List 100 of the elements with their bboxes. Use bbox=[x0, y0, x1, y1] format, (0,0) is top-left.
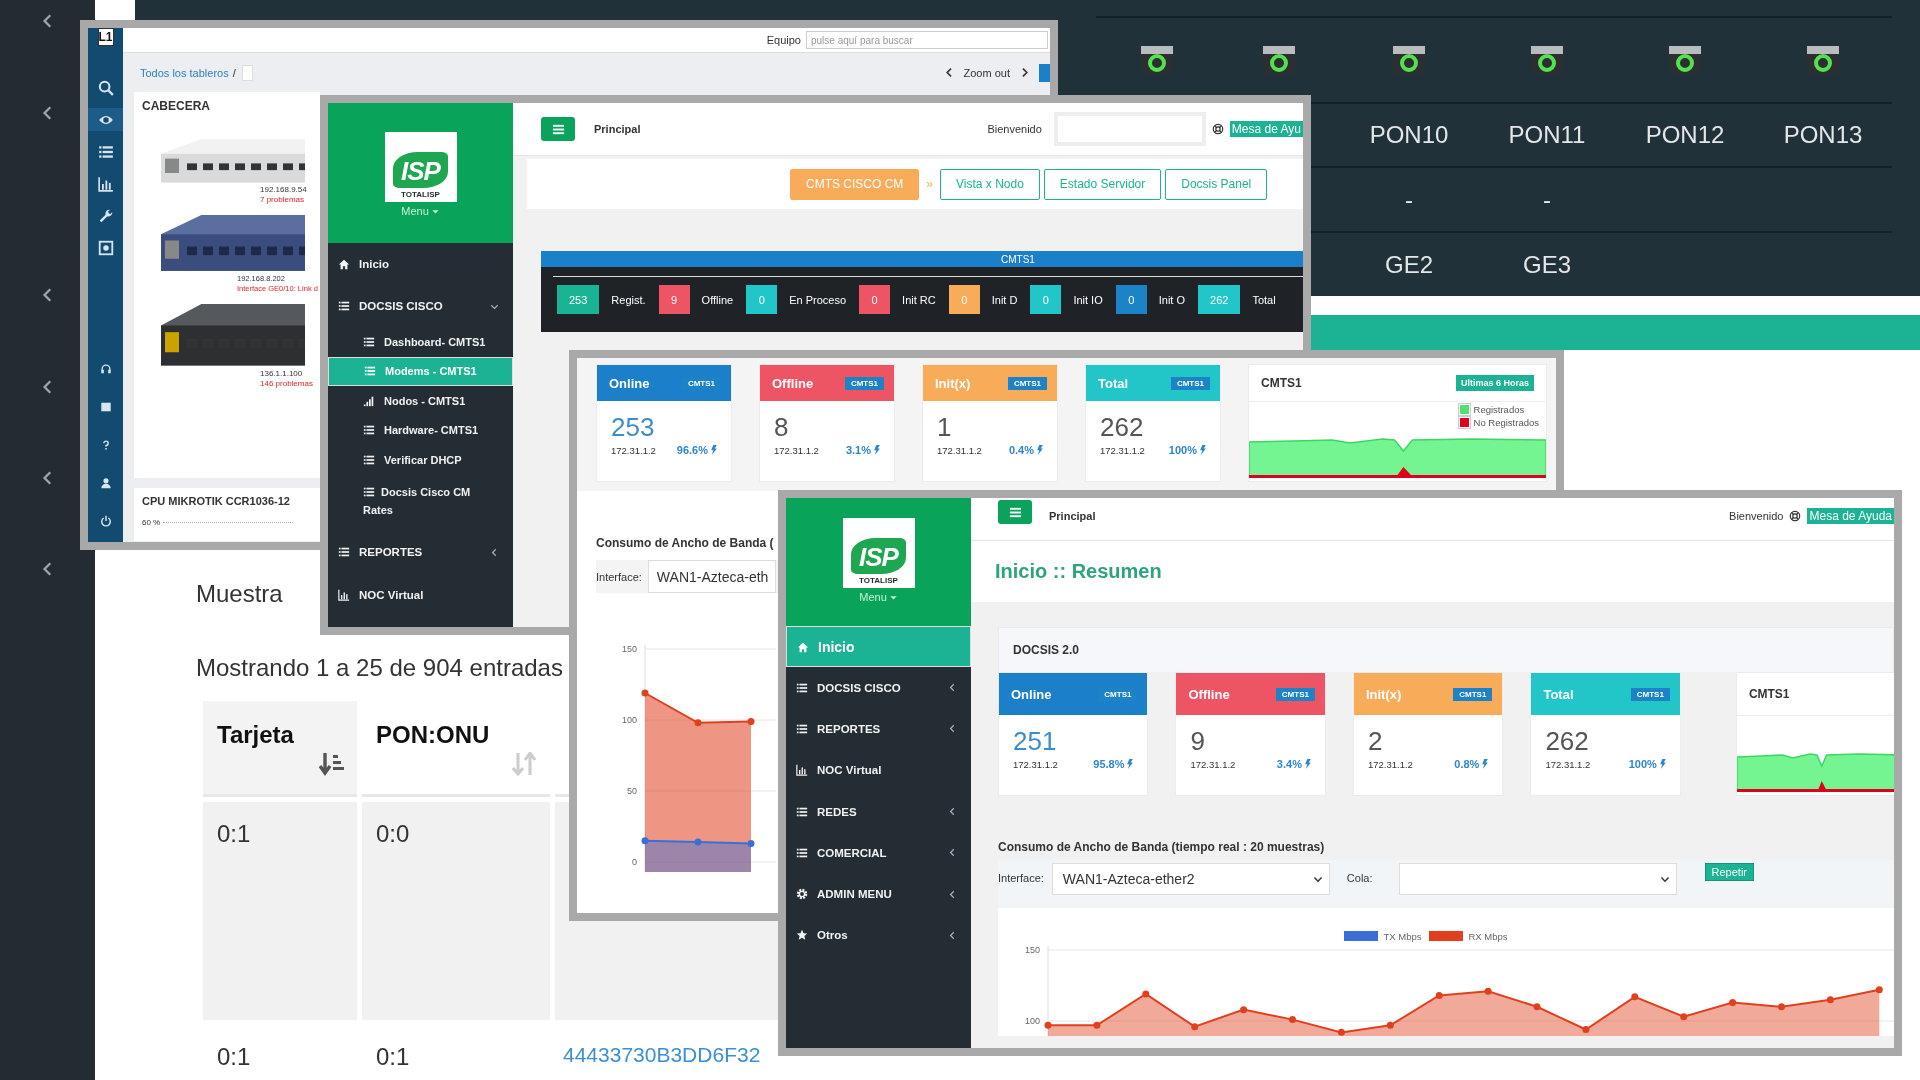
data-point bbox=[1044, 1021, 1052, 1029]
port-status-icon bbox=[1262, 45, 1296, 75]
menu-button[interactable] bbox=[541, 117, 575, 141]
sidebar-item[interactable]: Verificar DHCP bbox=[328, 445, 513, 475]
sidebar-item[interactable]: Docsis Cisco CM Rates bbox=[328, 474, 513, 522]
sidebar-item[interactable]: DOCSIS CISCO bbox=[786, 667, 971, 709]
stat-value: 8 bbox=[774, 414, 790, 440]
data-point bbox=[641, 689, 649, 697]
column-header[interactable]: Tarjeta bbox=[203, 701, 357, 797]
tag-badge: CMTS1 bbox=[844, 376, 884, 390]
stat-value: 262 bbox=[1545, 728, 1590, 754]
separator-mark: » bbox=[926, 177, 934, 191]
status-label: Offline bbox=[701, 293, 734, 306]
count-badge: 262 bbox=[1198, 285, 1241, 314]
bolt-icon bbox=[1125, 759, 1136, 769]
bar-chart-icon bbox=[338, 589, 350, 601]
sidebar-item[interactable]: ADMIN MENU bbox=[786, 873, 971, 915]
zoom-out-button[interactable]: Zoom out bbox=[963, 66, 1010, 79]
percent-value: 95.8% bbox=[1093, 758, 1125, 770]
sidebar-item[interactable]: Otros bbox=[786, 914, 971, 957]
sidebar-item[interactable]: REPORTES bbox=[786, 708, 971, 750]
port-label: PON10 bbox=[1369, 121, 1449, 149]
field-label: Interface: bbox=[596, 570, 642, 583]
data-point bbox=[1484, 987, 1492, 995]
count-badge: 0 bbox=[948, 285, 980, 314]
bolt-icon bbox=[1480, 759, 1491, 769]
sidebar-item[interactable]: NOC Virtual bbox=[786, 749, 971, 791]
device-address: 192.168.9.54 bbox=[260, 185, 308, 195]
bolt-icon bbox=[709, 445, 719, 455]
card-title: Offline bbox=[1188, 686, 1230, 702]
page-label: Principal bbox=[1049, 510, 1096, 522]
breadcrumb-link[interactable]: Todos los tableros bbox=[140, 66, 229, 79]
card-title: Total bbox=[1098, 375, 1129, 391]
card-title: Init(x) bbox=[935, 375, 971, 391]
bolt-icon bbox=[1198, 445, 1208, 455]
port-status-icon bbox=[1806, 45, 1840, 75]
stat-value: 9 bbox=[1190, 728, 1206, 754]
ip-address: 172.31.1.2 bbox=[1190, 758, 1236, 770]
interface-select[interactable]: WAN1-Azteca-ether2 bbox=[1051, 863, 1330, 895]
menu-button[interactable] bbox=[998, 500, 1032, 524]
sidebar-item[interactable]: Dashboard- CMTS1 bbox=[328, 327, 513, 357]
field-label: Equipo bbox=[766, 34, 801, 46]
data-point bbox=[1582, 1026, 1590, 1033]
sidebar-item[interactable]: Hardware- CMTS1 bbox=[328, 415, 513, 445]
tag-badge: CMTS1 bbox=[1453, 687, 1493, 701]
search-field[interactable]: pulse aquí para buscar bbox=[806, 31, 1048, 49]
interface-select[interactable]: WAN1-Azteca-eth bbox=[647, 560, 776, 593]
port-status-icon bbox=[1668, 45, 1702, 75]
data-point bbox=[1289, 1016, 1296, 1024]
tag-badge: CMTS1 bbox=[1630, 687, 1670, 701]
sidebar-item[interactable]: Inicio bbox=[328, 243, 513, 285]
list-icon bbox=[363, 335, 375, 348]
nav-button[interactable] bbox=[88, 108, 123, 131]
status-label: Init IO bbox=[1073, 293, 1103, 306]
sort-descending-icon bbox=[319, 752, 345, 776]
data-point bbox=[1337, 1028, 1345, 1036]
sidebar-item[interactable]: REDES bbox=[786, 790, 971, 833]
list-icon bbox=[363, 424, 375, 437]
list-icon bbox=[363, 453, 375, 466]
list-icon bbox=[363, 485, 375, 498]
breadcrumb-field[interactable] bbox=[241, 64, 253, 81]
table-cell: 0:0 bbox=[362, 802, 550, 1020]
card-title: Online bbox=[1011, 686, 1052, 702]
ip-address: 172.31.1.2 bbox=[937, 444, 982, 456]
table-cell-text: 0:1 bbox=[216, 1042, 252, 1072]
legend-label: RX Mbps bbox=[1468, 930, 1508, 942]
ip-address: 172.31.1.2 bbox=[1545, 758, 1591, 770]
square-icon bbox=[99, 400, 112, 413]
bolt-icon bbox=[1302, 759, 1313, 769]
field-label: Interface: bbox=[998, 872, 1044, 884]
page-title: Inicio :: Resumen bbox=[995, 560, 1162, 583]
percent-value: 100% bbox=[1628, 758, 1657, 770]
data-point bbox=[641, 837, 649, 845]
status-label: Init D bbox=[991, 293, 1018, 306]
count-badge: 0 bbox=[1115, 285, 1147, 314]
list-icon bbox=[97, 143, 114, 160]
percent-value: 100% bbox=[1168, 444, 1197, 456]
port-status-icon bbox=[1140, 45, 1174, 75]
percent-value: 0.4% bbox=[1008, 444, 1034, 456]
sidebar-item[interactable]: Nodos - CMTS1 bbox=[328, 386, 513, 416]
tag-badge: CMTS1 bbox=[1275, 687, 1315, 701]
axis-tick-label: 150 bbox=[1024, 945, 1040, 955]
sidebar-item[interactable]: DOCSIS CISCO bbox=[328, 285, 513, 327]
sidebar-item[interactable]: COMERCIAL bbox=[786, 832, 971, 874]
toolbar-button[interactable] bbox=[1039, 63, 1050, 82]
lifebuoy-icon bbox=[1789, 510, 1802, 522]
axis-label: 60 % bbox=[142, 518, 161, 527]
device-problems: 146 problemas bbox=[260, 379, 314, 389]
ip-address: 172.31.1.2 bbox=[1013, 758, 1058, 770]
sidebar-item[interactable]: REPORTES bbox=[328, 530, 513, 574]
list-icon bbox=[796, 722, 808, 735]
lifebuoy-icon bbox=[1211, 123, 1224, 135]
port-uplink: GE3 bbox=[1523, 250, 1571, 279]
section-title: Consumo de Ancho de Banda ( bbox=[596, 536, 775, 550]
data-point bbox=[747, 717, 755, 725]
percent-value: 0.8% bbox=[1454, 758, 1480, 770]
data-point bbox=[1240, 1006, 1248, 1014]
sidebar-item[interactable]: NOC Virtual bbox=[328, 573, 513, 617]
tag-badge: CMTS1 bbox=[1098, 687, 1138, 701]
breadcrumb-separator: / bbox=[232, 66, 236, 79]
